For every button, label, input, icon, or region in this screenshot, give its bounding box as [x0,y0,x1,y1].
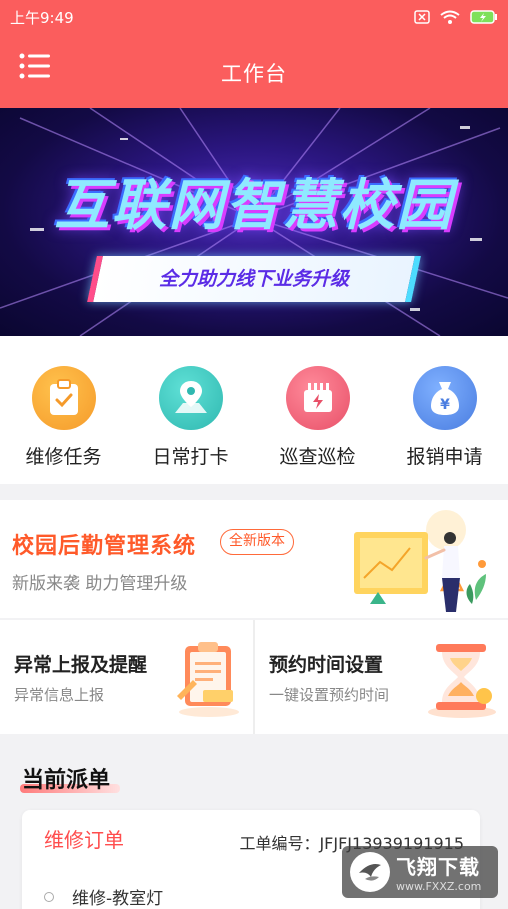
watermark-brand: 飞翔下载 [396,855,480,879]
banner-title: 互联网智慧校园 [54,173,454,237]
status-bar: 上午9:49 [0,0,508,34]
feature-cards: 异常上报及提醒 异常信息上报 预约时间设置 一键设置预约时间 [0,620,508,734]
promo-subtitle: 新版来袭 助力管理升级 [12,574,188,594]
quick-action-label: 巡查巡检 [279,446,356,468]
order-item: 维修-教室灯 [44,884,163,909]
promo-banner[interactable]: 互联网智慧校园 全力助力线下业务升级 [0,108,508,336]
bullet-icon [44,891,54,902]
battery-charging-icon [470,10,498,24]
presentation-illustration [346,508,496,620]
sim-icon [414,10,430,24]
hourglass-icon [424,638,498,724]
quick-action-reimbursement[interactable]: ¥ 报销申请 [381,336,508,484]
quick-action-label: 报销申请 [406,446,483,468]
quick-action-repair-task[interactable]: 维修任务 [0,336,127,484]
section-title: 当前派单 [22,768,111,793]
card-subtitle: 异常信息上报 [14,686,105,704]
order-item-label: 维修-教室灯 [72,889,164,909]
quick-actions: 维修任务 日常打卡 巡查巡检 ¥ 报销申请 [0,336,508,484]
new-version-badge: 全新版本 [220,529,294,555]
watermark-logo-icon [350,852,390,892]
quick-action-daily-checkin[interactable]: 日常打卡 [127,336,254,484]
quick-action-label: 维修任务 [25,446,102,468]
app-header: 工作台 [0,34,508,108]
card-subtitle: 一键设置预约时间 [269,686,390,704]
wifi-icon [440,10,460,24]
system-promo-card[interactable]: 校园后勤管理系统 全新版本 新版来袭 助力管理升级 [0,500,508,618]
money-bag-icon: ¥ [412,366,477,430]
quick-action-label: 日常打卡 [152,446,229,468]
status-time: 上午9:49 [10,8,74,27]
promo-title: 校园后勤管理系统 [12,534,197,559]
quick-action-inspection[interactable]: 巡查巡检 [254,336,381,484]
appointment-time-card[interactable]: 预约时间设置 一键设置预约时间 [255,620,508,734]
card-title: 预约时间设置 [269,654,384,676]
watermark-url: www.FXXZ.com [396,880,482,893]
clipboard-report-icon [173,638,243,722]
exception-report-card[interactable]: 异常上报及提醒 异常信息上报 [0,620,253,734]
watermark: 飞翔下载 www.FXXZ.com [342,846,498,898]
svg-text:¥: ¥ [440,397,450,413]
banner-subtitle: 全力助力线下业务升级 [158,268,349,290]
page-title: 工作台 [221,62,287,86]
clipboard-check-icon [31,366,96,430]
card-title: 异常上报及提醒 [14,654,148,676]
inspection-icon [285,366,350,430]
map-pin-icon [158,366,223,430]
order-type: 维修订单 [44,828,124,852]
